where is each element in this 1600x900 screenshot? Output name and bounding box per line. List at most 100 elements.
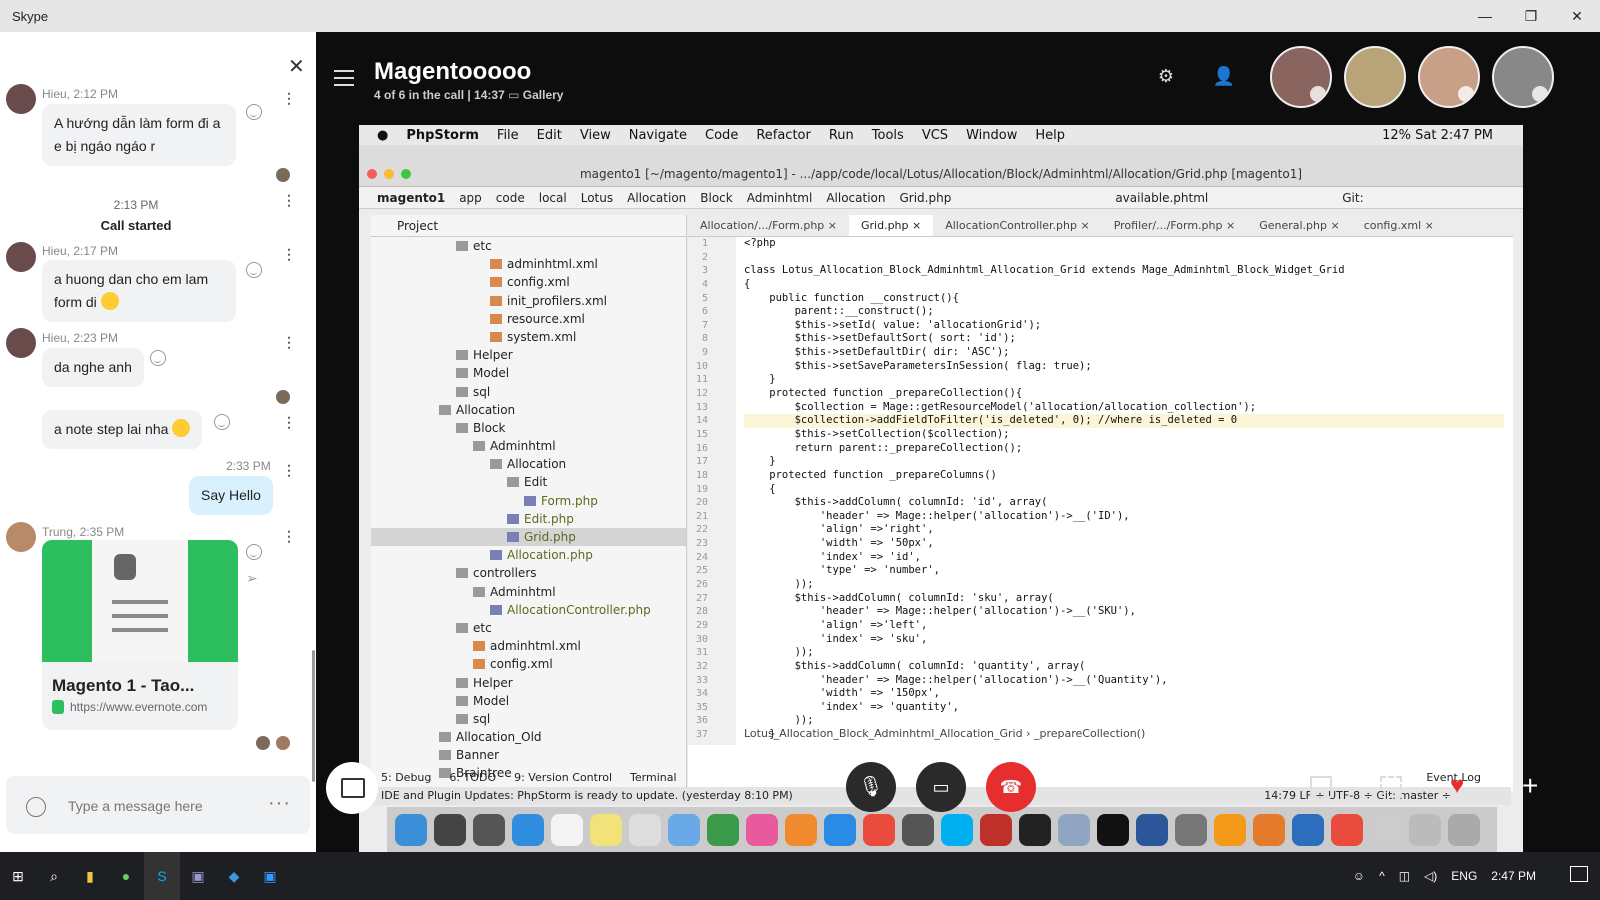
- participant-avatar[interactable]: [1270, 46, 1332, 108]
- tree-item[interactable]: Grid.php: [371, 528, 686, 547]
- code-line[interactable]: class Lotus_Allocation_Block_Adminhtml_A…: [744, 264, 1504, 278]
- add-participant-icon[interactable]: 👤: [1212, 66, 1236, 90]
- code-line[interactable]: ));: [744, 646, 1504, 660]
- code-line[interactable]: }: [744, 455, 1504, 469]
- php-taskbar-icon[interactable]: ▣: [180, 852, 216, 900]
- participant-avatar[interactable]: [1344, 46, 1406, 108]
- code-line[interactable]: parent::__construct();: [744, 305, 1504, 319]
- heart-react-icon[interactable]: ♥: [1450, 772, 1464, 800]
- code-line[interactable]: {: [744, 483, 1504, 497]
- tree-item[interactable]: sql: [371, 383, 686, 401]
- link-preview-card[interactable]: Magento 1 - Tao... https://www.evernote.…: [42, 540, 238, 730]
- app-icon[interactable]: ●: [108, 852, 144, 900]
- message-bubble[interactable]: a note step lai nha: [42, 410, 203, 449]
- code-line[interactable]: $this->setCollection($collection);: [744, 428, 1504, 442]
- language-indicator[interactable]: ENG: [1451, 869, 1477, 883]
- code-line[interactable]: $this->setDefaultDir( dir: 'ASC');: [744, 346, 1504, 360]
- people-icon[interactable]: ☺: [1353, 869, 1365, 883]
- end-call-button[interactable]: ☎: [986, 762, 1036, 812]
- participant-avatar[interactable]: [1492, 46, 1554, 108]
- close-button[interactable]: ✕: [1554, 0, 1600, 32]
- forward-icon[interactable]: ➢: [246, 570, 258, 587]
- tree-item[interactable]: AllocationController.php: [371, 601, 686, 619]
- code-line[interactable]: $this->setId( value: 'allocationGrid');: [744, 319, 1504, 333]
- tree-item[interactable]: Form.php: [371, 492, 686, 510]
- code-line[interactable]: protected function _prepareColumns(): [744, 469, 1504, 483]
- more-options-icon[interactable]: ⋮: [282, 246, 296, 263]
- code-line[interactable]: <?php: [744, 237, 1504, 251]
- avatar[interactable]: [6, 242, 36, 272]
- emoji-picker-icon[interactable]: [26, 797, 46, 817]
- tree-item[interactable]: adminhtml.xml: [371, 637, 686, 655]
- react-icon[interactable]: [214, 414, 230, 430]
- react-icon[interactable]: [246, 544, 262, 560]
- code-line[interactable]: }: [744, 373, 1504, 387]
- notifications-icon[interactable]: [1570, 866, 1588, 882]
- tree-item[interactable]: Allocation: [371, 455, 686, 473]
- tree-item[interactable]: Allocation.php: [371, 546, 686, 564]
- tree-item[interactable]: Model: [371, 364, 686, 382]
- tree-item[interactable]: Edit: [371, 473, 686, 491]
- tree-item[interactable]: Edit.php: [371, 510, 686, 528]
- mute-mic-button[interactable]: 🎙: [846, 762, 896, 812]
- message-bubble[interactable]: a huong dan cho em lam form di: [42, 260, 236, 322]
- code-line[interactable]: $collection->addFieldToFilter('is_delete…: [744, 414, 1504, 428]
- minimize-button[interactable]: —: [1462, 0, 1508, 32]
- maximize-button[interactable]: ❐: [1508, 0, 1554, 32]
- chevron-up-icon[interactable]: ^: [1379, 869, 1385, 883]
- gallery-view-label[interactable]: Gallery: [523, 88, 564, 102]
- tree-item[interactable]: Allocation: [371, 401, 686, 419]
- react-icon[interactable]: [246, 262, 262, 278]
- tree-item[interactable]: config.xml: [371, 655, 686, 673]
- tree-item[interactable]: adminhtml.xml: [371, 255, 686, 273]
- tree-item[interactable]: Helper: [371, 346, 686, 364]
- editor-tab[interactable]: Grid.php ×: [848, 215, 934, 236]
- avatar[interactable]: [6, 84, 36, 114]
- tree-item[interactable]: system.xml: [371, 328, 686, 346]
- code-line[interactable]: 'header' => Mage::helper('allocation')->…: [744, 674, 1504, 688]
- message-bubble[interactable]: A hướng dẫn làm form đi a e bị ngáo ngáo…: [42, 104, 236, 166]
- tree-item[interactable]: Banner: [371, 746, 686, 764]
- editor-tab[interactable]: AllocationController.php ×: [933, 215, 1101, 236]
- more-plus-icon[interactable]: +: [1522, 770, 1538, 802]
- start-icon[interactable]: ⊞: [0, 852, 36, 900]
- file-explorer-icon[interactable]: ▮: [72, 852, 108, 900]
- code-line[interactable]: [744, 251, 1504, 265]
- code-line[interactable]: 'header' => Mage::helper('allocation')->…: [744, 605, 1504, 619]
- message-input[interactable]: Type a message here: [68, 798, 203, 814]
- message-bubble[interactable]: da nghe anh: [42, 348, 144, 387]
- participant-avatar[interactable]: [1418, 46, 1480, 108]
- my-message-bubble[interactable]: Say Hello: [189, 476, 273, 515]
- skype-taskbar-icon[interactable]: S: [144, 852, 180, 900]
- avatar[interactable]: [6, 522, 36, 552]
- react-icon[interactable]: [150, 350, 166, 366]
- code-line[interactable]: 'header' => Mage::helper('allocation')->…: [744, 510, 1504, 524]
- more-options-icon[interactable]: ⋮: [282, 462, 296, 479]
- tree-item[interactable]: etc: [371, 619, 686, 637]
- code-line[interactable]: {: [744, 278, 1504, 292]
- code-line[interactable]: 'index' => 'id',: [744, 551, 1504, 565]
- code-line[interactable]: $this->addColumn( columnId: 'quantity', …: [744, 660, 1504, 674]
- video-off-button[interactable]: ▭: [916, 762, 966, 812]
- code-line[interactable]: $collection = Mage::getResourceModel('al…: [744, 401, 1504, 415]
- code-line[interactable]: 'width' => '50px',: [744, 537, 1504, 551]
- menu-icon[interactable]: [334, 70, 354, 91]
- avatar[interactable]: [6, 328, 36, 358]
- search-icon[interactable]: ⌕: [36, 852, 72, 900]
- volume-icon[interactable]: ◁): [1424, 869, 1437, 883]
- code-line[interactable]: $this->addColumn( columnId: 'sku', array…: [744, 592, 1504, 606]
- tree-item[interactable]: config.xml: [371, 273, 686, 291]
- message-composer[interactable]: Type a message here ···: [6, 776, 310, 834]
- editor-tab[interactable]: General.php ×: [1247, 215, 1352, 236]
- code-line[interactable]: 'width' => '150px',: [744, 687, 1504, 701]
- editor-tab[interactable]: Profiler/.../Form.php ×: [1102, 215, 1247, 236]
- tree-item[interactable]: Helper: [371, 674, 686, 692]
- tree-item[interactable]: Adminhtml: [371, 437, 686, 455]
- code-line[interactable]: $this->setDefaultSort( sort: 'id');: [744, 332, 1504, 346]
- clock[interactable]: 2:47 PM: [1491, 869, 1536, 883]
- network-icon[interactable]: ◫: [1399, 869, 1410, 883]
- more-options-icon[interactable]: ⋮: [282, 414, 296, 431]
- react-icon[interactable]: [246, 104, 262, 120]
- vscode-taskbar-icon[interactable]: ◆: [216, 852, 252, 900]
- tree-item[interactable]: Block: [371, 419, 686, 437]
